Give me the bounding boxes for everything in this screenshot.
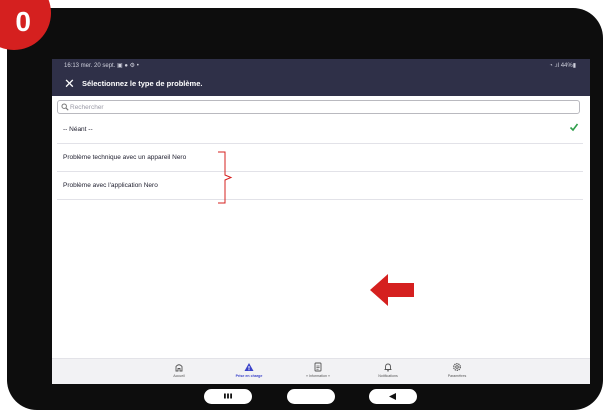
back-button[interactable]	[369, 389, 417, 404]
app-screen: 16:13 mer. 20 sept. ▣ ● ⚙ • ◔ .ıl 44%▮ ✕…	[52, 59, 590, 384]
tablet-frame: 0 16:13 mer. 20 sept. ▣ ● ⚙ • ◔ .ıl 44%▮…	[0, 0, 603, 410]
warning-icon	[244, 363, 254, 371]
nav-label: Prise en charge	[235, 374, 263, 378]
nav-label: Accueil	[173, 374, 185, 378]
document-icon	[314, 362, 322, 372]
page-title: Sélectionnez le type de problème.	[82, 79, 203, 88]
status-bar: 16:13 mer. 20 sept. ▣ ● ⚙ • ◔ .ıl 44%▮	[52, 59, 590, 72]
status-right: ◔ .ıl 44%▮	[549, 63, 576, 69]
option-technical-device[interactable]: Problème technique avec un appareil Nero	[57, 144, 583, 172]
home-pill-icon[interactable]	[287, 389, 335, 404]
check-icon	[569, 123, 579, 132]
option-label: -- Néant --	[63, 126, 93, 133]
nav-label: Notifications	[378, 374, 398, 378]
step-badge: 0	[0, 0, 51, 50]
recents-button[interactable]	[204, 389, 252, 404]
recents-icon	[224, 393, 232, 399]
nav-accueil[interactable]: Accueil	[149, 361, 209, 378]
search-input[interactable]	[70, 101, 570, 113]
search-bar	[57, 100, 580, 114]
option-label: Problème technique avec un appareil Nero	[63, 154, 187, 161]
step-number: 0	[15, 6, 31, 37]
annotation-bracket	[218, 151, 233, 204]
gear-icon	[453, 363, 461, 371]
search-icon	[61, 103, 69, 111]
option-label: Problème avec l'application Nero	[63, 182, 158, 189]
nav-label: Paramètres	[447, 374, 467, 378]
bell-icon	[384, 363, 392, 372]
status-left: 16:13 mer. 20 sept. ▣ ● ⚙ •	[64, 63, 139, 69]
annotation-arrow-icon	[370, 274, 414, 306]
nav-information[interactable]: « Information »	[288, 361, 348, 378]
back-icon	[389, 393, 396, 400]
close-icon[interactable]: ✕	[64, 75, 75, 93]
bottom-navigation: Accueil Prise en charge « Information »	[52, 358, 590, 384]
home-icon	[175, 364, 183, 372]
nav-label: « Information »	[306, 374, 330, 378]
option-app-problem[interactable]: Problème avec l'application Nero	[57, 172, 583, 200]
problem-type-list: -- Néant -- Problème technique avec un a…	[57, 116, 583, 200]
nav-notifications[interactable]: Notifications	[358, 361, 418, 378]
option-none[interactable]: -- Néant --	[57, 116, 583, 144]
app-header: ✕ Sélectionnez le type de problème.	[52, 72, 590, 96]
nav-prise-en-charge[interactable]: Prise en charge	[219, 361, 279, 378]
nav-parametres[interactable]: Paramètres	[427, 361, 487, 378]
